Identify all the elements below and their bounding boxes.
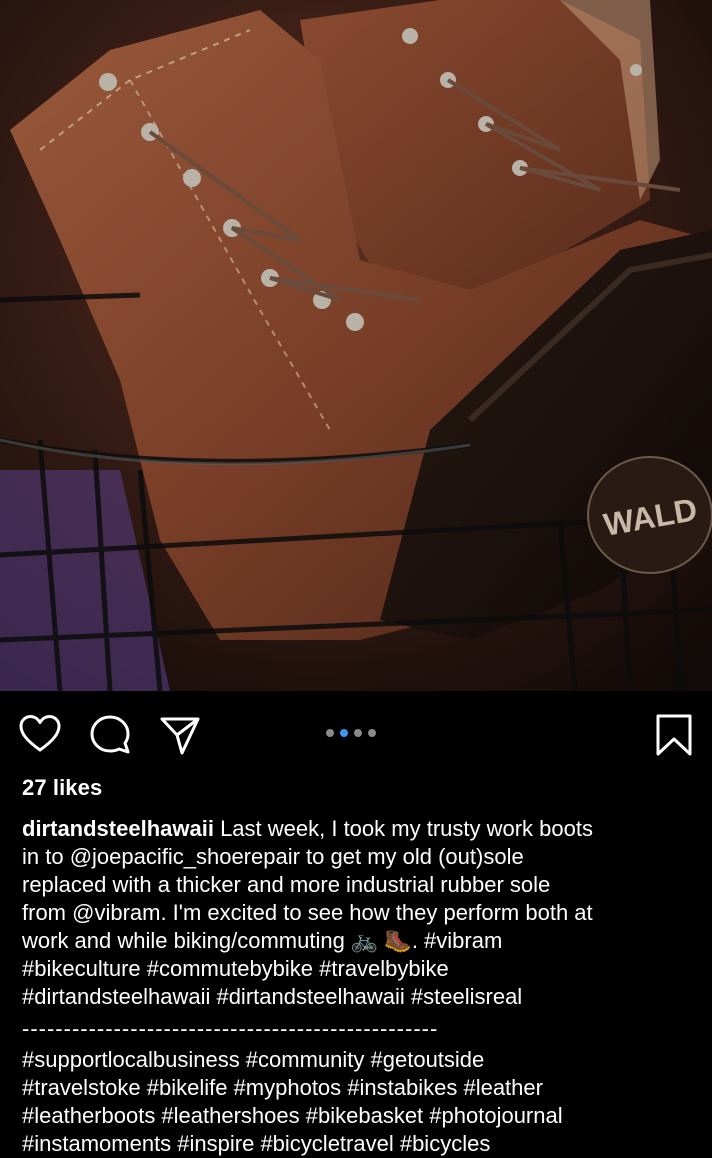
post-caption: dirtandsteelhawaii Last week, I took my … (22, 815, 702, 1011)
carousel-dot-active (340, 729, 348, 737)
caption-text: Last week, I took my trusty work boots i… (22, 816, 593, 1009)
caption-hashtags: #supportlocalbusiness #community #getout… (22, 1047, 563, 1156)
carousel-dot (368, 729, 376, 737)
carousel-indicator (326, 729, 376, 737)
boots-photo-image: WALD (0, 0, 712, 691)
carousel-dot (354, 729, 362, 737)
post-action-bar (0, 691, 712, 775)
post-photo[interactable]: WALD (0, 0, 712, 691)
caption-separator: ----------------------------------------… (22, 1016, 439, 1041)
carousel-dot (326, 729, 334, 737)
caption-username[interactable]: dirtandsteelhawaii (22, 816, 214, 841)
paper-plane-icon[interactable] (158, 713, 202, 757)
bookmark-icon[interactable] (652, 713, 696, 757)
comment-bubble-icon[interactable] (88, 713, 132, 757)
likes-count[interactable]: 27 likes (22, 775, 102, 801)
wald-badge: WALD (587, 456, 712, 574)
heart-icon[interactable] (18, 713, 62, 757)
